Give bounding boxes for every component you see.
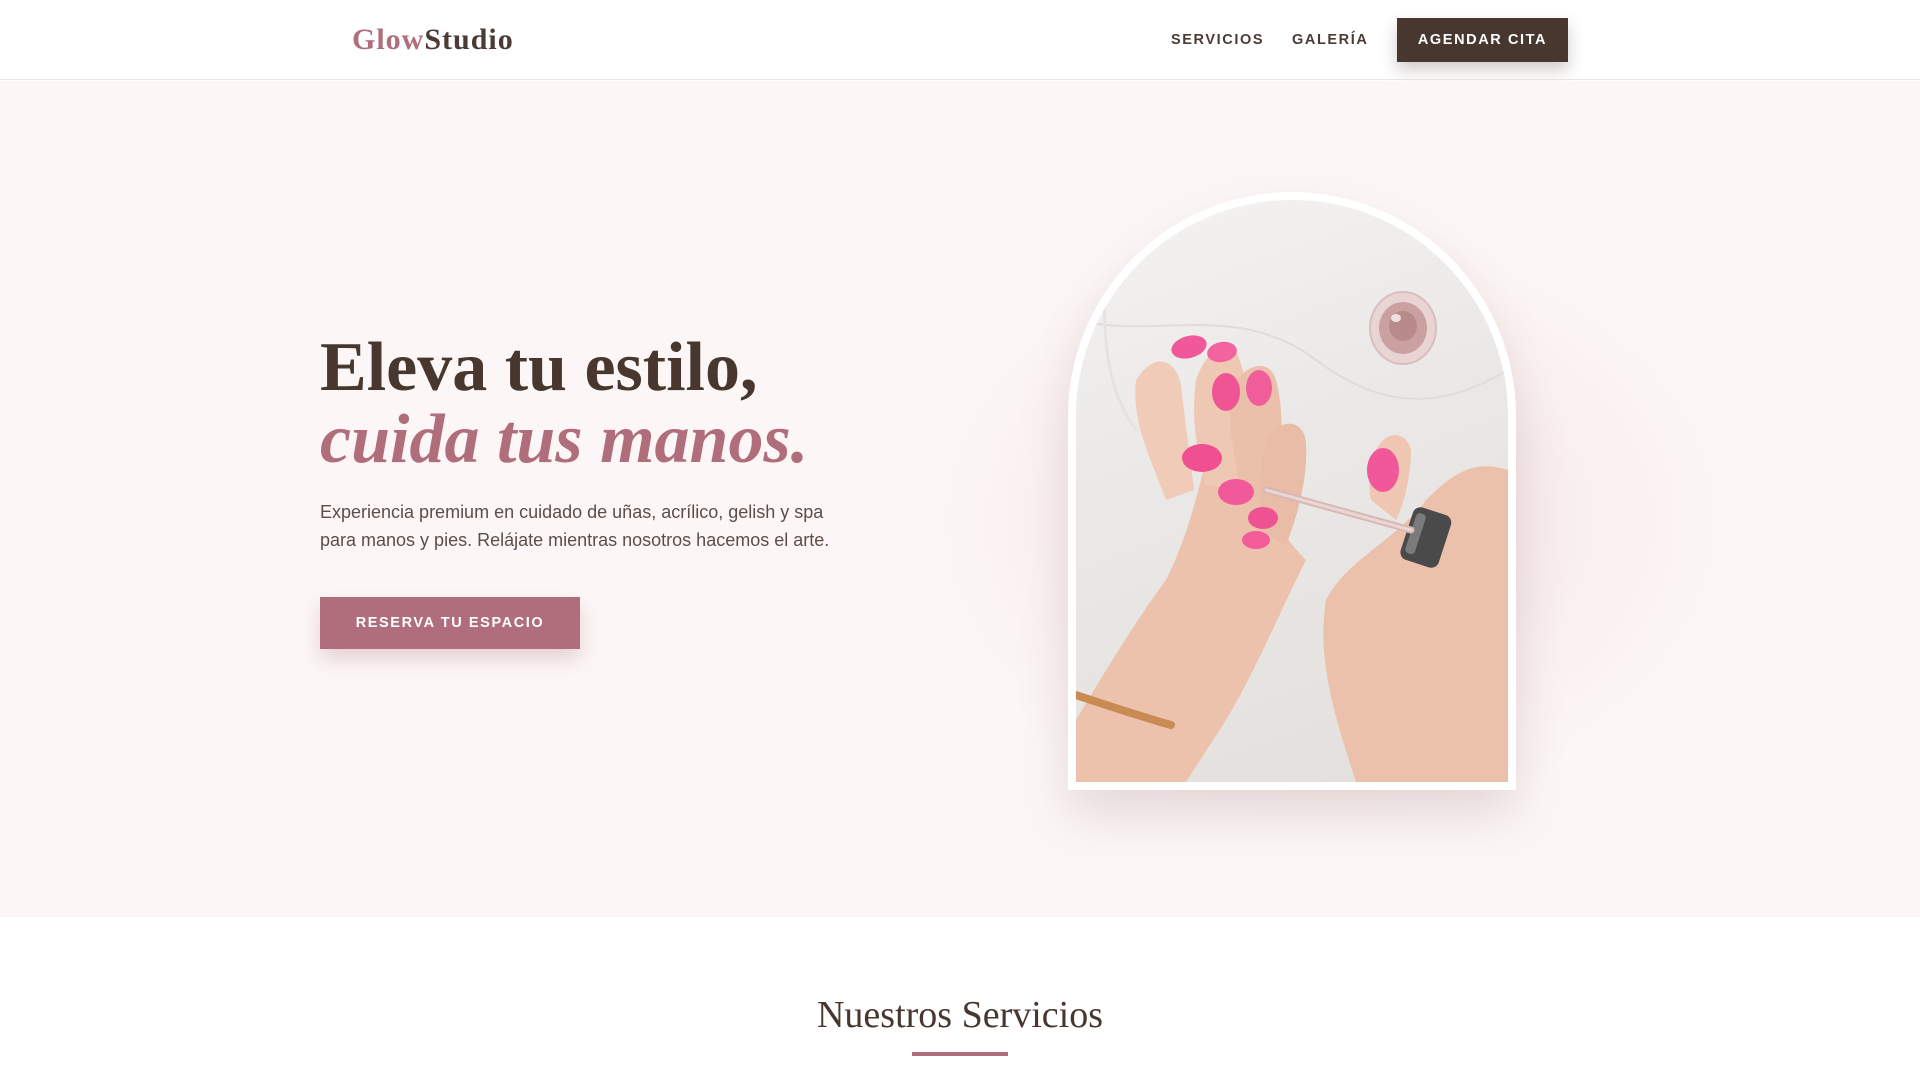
- hero-description: Experiencia premium en cuidado de uñas, …: [320, 502, 830, 550]
- manicure-illustration: [1076, 200, 1508, 782]
- polish-bottle-icon: [1369, 291, 1437, 365]
- hero-section: Eleva tu estilo, cuida tus manos. Experi…: [0, 81, 1920, 917]
- logo-part-studio: Studio: [424, 23, 514, 56]
- hero-image-frame: [1068, 192, 1516, 790]
- book-appointment-button[interactable]: AGENDAR CITA: [1397, 18, 1568, 62]
- site-header: GlowStudio SERVICIOS GALERÍA AGENDAR CIT…: [0, 0, 1920, 80]
- left-hand-icon: [1076, 335, 1307, 782]
- reserve-spot-button[interactable]: RESERVA TU ESPACIO: [320, 597, 580, 649]
- manicure-photo: [1076, 200, 1508, 782]
- hero-title: Eleva tu estilo,: [320, 329, 758, 406]
- title-underline-divider: [912, 1052, 1008, 1056]
- services-title: Nuestros Servicios: [816, 994, 1104, 1036]
- nav-link-services[interactable]: SERVICIOS: [1171, 30, 1264, 50]
- nav-link-gallery[interactable]: GALERÍA: [1292, 30, 1368, 50]
- logo[interactable]: GlowStudio: [352, 20, 514, 60]
- hero-title-accent: cuida tus manos.: [320, 401, 809, 478]
- logo-part-glow: Glow: [352, 23, 425, 56]
- services-section: Nuestros Servicios: [0, 917, 1920, 1080]
